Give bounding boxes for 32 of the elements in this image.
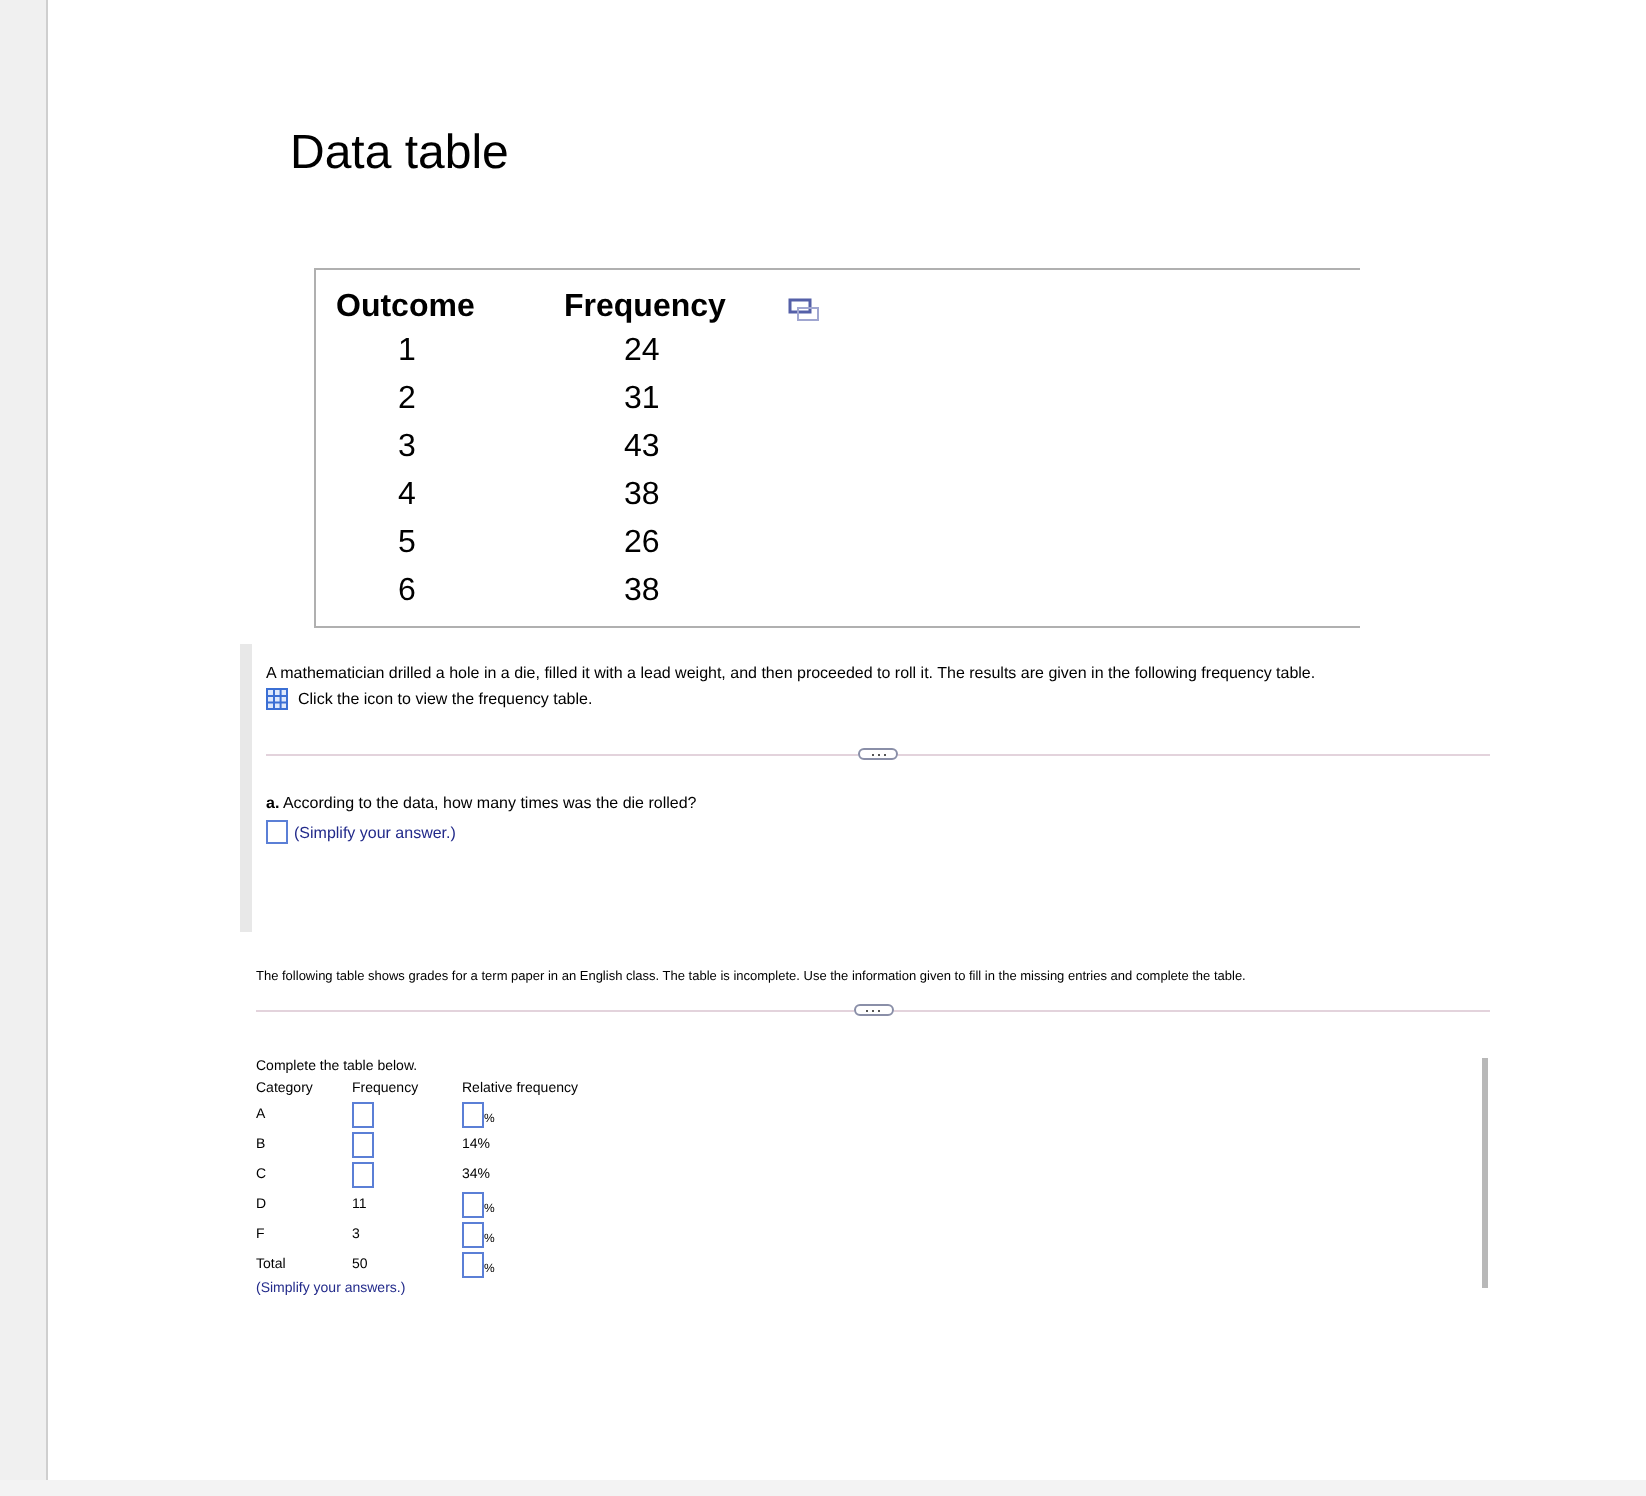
problem-text: A mathematician drilled a hole in a die, filled it with a lead weight, and then proceeded to roll it. The results are given in the following frequency table.: [266, 662, 1318, 684]
popout-icon[interactable]: [788, 298, 820, 322]
answer-box[interactable]: [462, 1102, 484, 1128]
answer-box[interactable]: [352, 1132, 374, 1158]
table-cell: 26: [624, 526, 660, 560]
icon-instruction: Click the icon to view the frequency table.: [298, 688, 593, 710]
table-cell: 1: [398, 334, 416, 368]
table-cell: 3: [398, 430, 416, 464]
table-icon[interactable]: [266, 688, 288, 710]
table-cell: 4: [398, 478, 416, 512]
table-cell: 31: [624, 382, 660, 416]
table-cell: 6: [398, 574, 416, 608]
answer-box[interactable]: [352, 1162, 374, 1188]
hint-text: (Simplify your answer.): [294, 821, 456, 843]
table-cell: 2: [398, 382, 416, 416]
table-cell: 5: [398, 526, 416, 560]
scrollbar[interactable]: [1481, 1058, 1487, 1288]
column-header: Outcome: [336, 288, 475, 328]
column-header: Frequency: [564, 288, 726, 328]
answer-box[interactable]: [462, 1252, 484, 1278]
table-cell: 38: [624, 478, 660, 512]
table-cell: 24: [624, 334, 660, 368]
expand-button[interactable]: [853, 1004, 893, 1016]
question-text: a. According to the data, how many times was the die rolled?: [266, 792, 699, 814]
answer-box[interactable]: [462, 1192, 484, 1218]
answer-box[interactable]: [462, 1222, 484, 1248]
table-cell: 43: [624, 430, 660, 464]
answer-box[interactable]: [266, 820, 288, 844]
answer-box[interactable]: [352, 1102, 374, 1128]
table-cell: 38: [624, 574, 660, 608]
window-title: Data table: [290, 124, 509, 184]
expand-button[interactable]: [858, 748, 898, 760]
